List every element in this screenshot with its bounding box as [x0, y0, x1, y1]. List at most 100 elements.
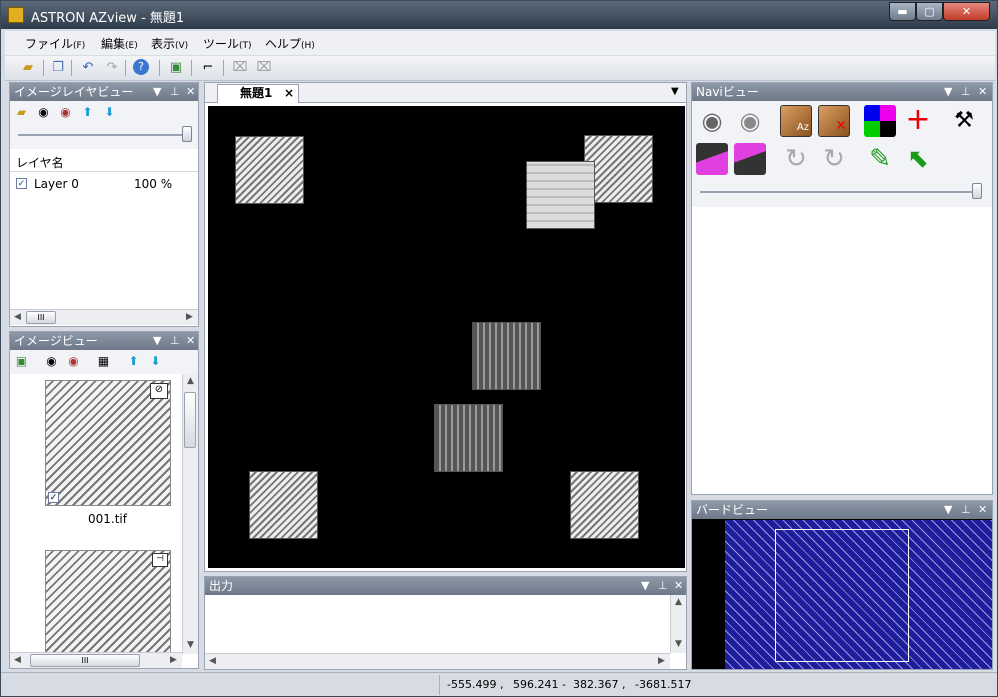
image-tile-top-right-overlap[interactable]: [526, 161, 595, 229]
eye-hide-icon[interactable]: ◉: [65, 353, 82, 370]
arrow-up-icon[interactable]: ⬆: [79, 104, 96, 121]
scroll-up-icon[interactable]: ▲: [183, 374, 198, 389]
tab-dropdown-icon[interactable]: ▼: [671, 86, 679, 97]
tab-close-icon[interactable]: ×: [284, 85, 294, 102]
layer-checkbox[interactable]: ✓: [16, 178, 27, 189]
opacity-slider-thumb[interactable]: [182, 126, 192, 142]
menu-help[interactable]: ヘルプ(H): [265, 35, 315, 52]
scroll-left-icon[interactable]: ◀: [10, 653, 25, 668]
thumbnail-2[interactable]: ⊣: [45, 550, 171, 654]
layer-row[interactable]: ✓ Layer 0 100 %: [16, 177, 196, 195]
dropdown-icon[interactable]: ▼: [153, 332, 161, 350]
eye-hide-icon[interactable]: ◉: [734, 105, 766, 137]
eye-hide-icon[interactable]: ◉: [57, 104, 74, 121]
scroll-down-icon[interactable]: ▼: [183, 638, 198, 653]
rotate-l-icon[interactable]: ↻: [818, 143, 850, 175]
eye-icon[interactable]: ◉: [35, 104, 52, 121]
layer-l-icon[interactable]: [734, 143, 766, 175]
navi-slider-thumb[interactable]: [972, 183, 982, 199]
open-folder-icon[interactable]: ▰: [13, 104, 30, 121]
arrow-up-icon[interactable]: ⬆: [125, 353, 142, 370]
dropdown-icon[interactable]: ▼: [944, 83, 952, 101]
grid-icon[interactable]: ▦: [95, 353, 112, 370]
pin-icon[interactable]: ⊥: [170, 332, 180, 350]
document-tab[interactable]: 無題1 ×: [217, 84, 299, 103]
pin-icon[interactable]: ⊥: [658, 577, 668, 595]
add-image-icon[interactable]: ▣: [167, 59, 185, 77]
copy-icon[interactable]: ❐: [49, 59, 67, 77]
image-canvas[interactable]: [208, 106, 685, 568]
menu-file[interactable]: ファイル(F): [25, 35, 85, 52]
ruler-icon[interactable]: ⌐: [199, 59, 217, 77]
pin-icon[interactable]: ⊥: [961, 83, 971, 101]
crosshair-icon[interactable]: +: [902, 105, 934, 137]
maximize-button[interactable]: ▢: [916, 2, 943, 21]
scroll-right-icon[interactable]: ▶: [182, 310, 197, 325]
add-image-icon[interactable]: ▣: [13, 353, 30, 370]
redo-icon[interactable]: ↷: [103, 59, 121, 77]
image-tile-center[interactable]: [472, 322, 541, 390]
bird-view-viewport[interactable]: [775, 529, 909, 662]
eye-icon[interactable]: ◉: [43, 353, 60, 370]
layer-view-toolbar: ▰ ◉ ◉ ⬆ ⬇: [10, 101, 198, 149]
layer-hscroll-thumb[interactable]: III: [26, 311, 56, 324]
color-layers-icon[interactable]: [864, 105, 896, 137]
navi-slider-track[interactable]: [700, 191, 982, 193]
image-tile-bottom-left[interactable]: [249, 471, 318, 539]
output-vscrollbar[interactable]: ▲ ▼: [670, 595, 686, 653]
navi-view-title: Naviビュー: [696, 85, 759, 99]
image-view-panel: イメージビュー ▼ ⊥ ✕ ▣ ◉ ◉ ▦ ⬆ ⬇ ⊘ ✓ 001.tif ⊣ …: [9, 331, 199, 669]
menu-edit[interactable]: 編集(E): [101, 35, 138, 52]
rotate-icon[interactable]: ↻: [780, 143, 812, 175]
thumbnail-checkbox[interactable]: ✓: [48, 492, 59, 503]
image-tile-center-lower[interactable]: [434, 404, 503, 472]
bird-view-overview[interactable]: [725, 520, 992, 669]
dropdown-icon[interactable]: ▼: [153, 83, 161, 101]
layer-view-header: イメージレイヤビュー ▼ ⊥ ✕: [10, 83, 198, 101]
scroll-up-icon[interactable]: ▲: [671, 595, 686, 610]
pencil-icon[interactable]: ✎: [864, 143, 896, 175]
undo-icon[interactable]: ↶: [79, 59, 97, 77]
image-tile-bottom-right[interactable]: [570, 471, 639, 539]
menu-tools[interactable]: ツール(T): [203, 35, 252, 52]
wrench-icon[interactable]: ⚒: [948, 105, 980, 137]
eye-icon[interactable]: ◉: [696, 105, 728, 137]
scroll-right-icon[interactable]: ▶: [654, 654, 669, 669]
image-tile-top-left[interactable]: [235, 136, 304, 204]
scroll-right-icon[interactable]: ▶: [166, 653, 181, 668]
scroll-left-icon[interactable]: ◀: [10, 310, 25, 325]
panel-close-icon[interactable]: ✕: [186, 332, 195, 350]
panel-close-icon[interactable]: ✕: [186, 83, 195, 101]
remove-all-icon[interactable]: ⌧: [255, 59, 273, 77]
arrow-down-icon[interactable]: ⬇: [101, 104, 118, 121]
image-vscroll-thumb[interactable]: [184, 392, 196, 448]
output-hscrollbar[interactable]: ◀ ▶: [205, 653, 670, 669]
panel-close-icon[interactable]: ✕: [674, 577, 683, 595]
layer-hscrollbar[interactable]: ◀ III ▶: [10, 309, 198, 325]
pin-icon[interactable]: ⊥: [170, 83, 180, 101]
dropdown-icon[interactable]: ▼: [944, 501, 952, 519]
image-hscrollbar[interactable]: ◀ III ▶: [10, 652, 182, 668]
pin-icon[interactable]: ⊥: [961, 501, 971, 519]
scroll-left-icon[interactable]: ◀: [205, 654, 220, 669]
thumbnail-1[interactable]: ⊘ ✓: [45, 380, 171, 506]
minimize-button[interactable]: ▬: [889, 2, 916, 21]
dropdown-icon[interactable]: ▼: [641, 577, 649, 595]
arrow-down-icon[interactable]: ⬇: [147, 353, 164, 370]
layer-p-icon[interactable]: [696, 143, 728, 175]
opacity-slider-track[interactable]: [18, 134, 188, 136]
close-button[interactable]: ✕: [943, 2, 990, 21]
panel-close-icon[interactable]: ✕: [978, 501, 987, 519]
az-icon[interactable]: Az: [780, 105, 812, 137]
menu-view[interactable]: 表示(V): [151, 35, 188, 52]
scroll-down-icon[interactable]: ▼: [671, 637, 686, 652]
arrow-icon[interactable]: ⬉: [902, 143, 934, 175]
pin-badge-icon: ⊣: [152, 553, 168, 567]
image-hscroll-thumb[interactable]: III: [30, 654, 140, 667]
image-vscrollbar[interactable]: ▲ ▼: [182, 374, 198, 654]
panel-close-icon[interactable]: ✕: [978, 83, 987, 101]
az-remove-icon[interactable]: ✕: [818, 105, 850, 137]
open-folder-icon[interactable]: ▰: [19, 59, 37, 77]
remove-ruler-icon[interactable]: ⌧: [231, 59, 249, 77]
help-icon[interactable]: ?: [133, 59, 149, 75]
